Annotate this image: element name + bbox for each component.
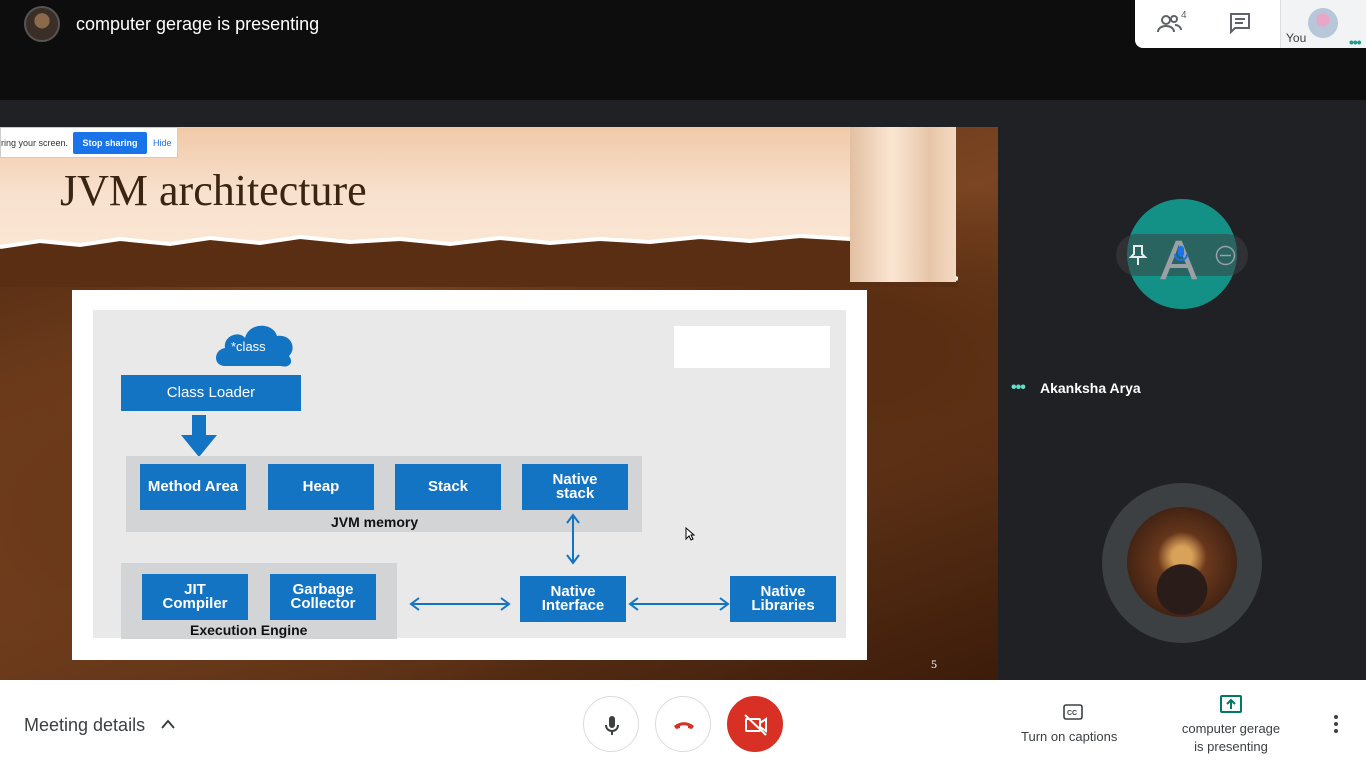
- meeting-details-button[interactable]: Meeting details: [24, 715, 145, 736]
- participant-name: Akanksha Arya: [1040, 380, 1141, 396]
- microphone-button[interactable]: [583, 696, 639, 752]
- people-button[interactable]: [1155, 10, 1195, 38]
- vertical-double-arrow-icon: [566, 513, 580, 565]
- engine-box: Garbage Collector: [270, 574, 376, 620]
- presentation-status-button[interactable]: computer gerage is presenting: [1171, 720, 1291, 756]
- mic-icon: [605, 716, 619, 735]
- paper-roll: [850, 127, 956, 282]
- self-avatar: [1308, 8, 1338, 38]
- horizontal-double-arrow-icon: [409, 597, 511, 611]
- slide-title: JVM architecture: [60, 166, 367, 215]
- phone-hangup-icon: [674, 722, 694, 729]
- top-right-panel: 4 You •••: [1135, 0, 1366, 50]
- camera-off-icon: [744, 714, 767, 736]
- camera-toggle-button[interactable]: [727, 696, 783, 752]
- participant-more-icon[interactable]: •••: [1011, 379, 1026, 397]
- people-count-badge: 4: [1181, 10, 1187, 21]
- native-interface-box: Native Interface: [520, 576, 626, 622]
- stop-sharing-button[interactable]: Stop sharing: [73, 132, 147, 154]
- execution-engine-label: Execution Engine: [190, 622, 308, 638]
- presentation-status-line: is presenting: [1194, 739, 1268, 754]
- class-loader-box: Class Loader: [121, 375, 301, 411]
- participant-avatar: [1127, 507, 1237, 617]
- jvm-diagram: *class Class Loader Method Area Heap Sta…: [72, 290, 867, 660]
- diagram-blank-box: [674, 326, 830, 368]
- self-more-icon[interactable]: •••: [1349, 34, 1362, 50]
- jvm-memory-label: JVM memory: [331, 514, 419, 530]
- chevron-up-icon[interactable]: [160, 718, 176, 730]
- captions-icon[interactable]: CC: [1063, 704, 1083, 720]
- captions-button[interactable]: Turn on captions: [1021, 729, 1117, 744]
- chat-icon: [1230, 13, 1250, 35]
- screen-share-banner: ring your screen. Stop sharing Hide: [0, 127, 178, 158]
- memory-box: Heap: [268, 464, 374, 510]
- hide-link[interactable]: Hide: [153, 138, 172, 148]
- diagram-canvas: *class Class Loader Method Area Heap Sta…: [93, 310, 846, 639]
- chat-button[interactable]: [1229, 12, 1257, 36]
- presentation-status-line: computer gerage: [1181, 721, 1281, 736]
- slide-page-number: 5: [931, 657, 937, 671]
- share-banner-text: ring your screen.: [1, 138, 69, 148]
- self-view-tile[interactable]: You •••: [1281, 0, 1366, 50]
- native-libraries-box: Native Libraries: [730, 576, 836, 622]
- remove-icon[interactable]: [1215, 245, 1236, 266]
- cloud-label: *class: [231, 339, 266, 354]
- mic-icon[interactable]: [1174, 244, 1188, 266]
- more-options-icon[interactable]: [1330, 714, 1342, 734]
- svg-text:CC: CC: [1067, 710, 1077, 717]
- people-icon: [1157, 15, 1182, 33]
- mouse-cursor-icon: [685, 527, 695, 541]
- memory-box: Method Area: [140, 464, 246, 510]
- memory-box: Stack: [395, 464, 501, 510]
- engine-box: JIT Compiler: [142, 574, 248, 620]
- torn-paper-edge: [0, 233, 958, 287]
- top-bar: computer gerage is presenting 4 You •••: [0, 0, 1366, 100]
- present-screen-icon[interactable]: [1220, 695, 1242, 713]
- memory-box: Native stack: [522, 464, 628, 510]
- shared-screen: JVM architecture ring your screen. Stop …: [0, 127, 998, 680]
- horizontal-double-arrow-icon: [628, 597, 730, 611]
- presenter-avatar: [24, 6, 60, 42]
- leave-call-button[interactable]: [655, 696, 711, 752]
- down-arrow-icon: [181, 415, 217, 457]
- you-label: You: [1286, 31, 1307, 45]
- presenter-title: computer gerage is presenting: [76, 14, 320, 34]
- bottom-bar: Meeting details CC Turn on captions comp…: [0, 680, 1366, 768]
- pin-icon[interactable]: [1128, 244, 1148, 266]
